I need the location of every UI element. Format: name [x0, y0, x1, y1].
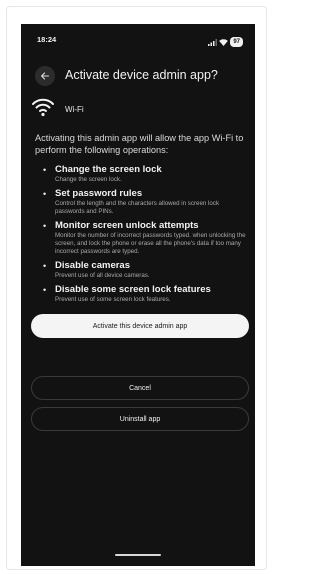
page-title: Activate device admin app?: [65, 68, 218, 82]
permission-description: Change the screen lock.: [55, 176, 122, 183]
permission-item: • Set password rules Control the length …: [35, 188, 249, 216]
permission-title: Set password rules: [55, 188, 143, 199]
status-bar: 18:24 97: [21, 24, 255, 54]
status-icons: 97: [208, 33, 243, 51]
wifi-icon: [31, 97, 55, 122]
permission-list: • Change the screen lock Change the scre…: [35, 164, 249, 304]
permission-item: • Monitor screen unlock attempts Monitor…: [35, 220, 249, 256]
bullet: •: [43, 165, 47, 175]
permission-item: • Disable cameras Prevent use of all dev…: [35, 260, 249, 280]
back-button[interactable]: [35, 66, 55, 86]
status-time: 18:24: [37, 35, 57, 44]
uninstall-app-button[interactable]: Uninstall app: [31, 407, 249, 431]
bullet: •: [43, 261, 47, 271]
signal-icon: [208, 33, 218, 51]
app-identity: Wi-Fi: [31, 96, 84, 122]
permission-item: • Change the screen lock Change the scre…: [35, 164, 249, 184]
phone-screen: 18:24 97 Activate device admin app? Wi-F…: [21, 24, 255, 566]
permission-description: Monitor the number of incorrect password…: [55, 232, 246, 255]
app-name: Wi-Fi: [65, 104, 84, 114]
bullet: •: [43, 189, 47, 199]
bullet: •: [43, 285, 47, 295]
permission-description: Prevent use of some screen lock features…: [55, 296, 171, 303]
admin-description: Activating this admin app will allow the…: [35, 133, 244, 155]
battery-badge: 97: [230, 37, 243, 47]
activate-admin-button[interactable]: Activate this device admin app: [31, 314, 249, 338]
permission-title: Disable cameras: [55, 260, 130, 271]
permission-description: Control the length and the characters al…: [55, 200, 220, 215]
permission-title: Monitor screen unlock attempts: [55, 220, 199, 231]
cancel-button[interactable]: Cancel: [31, 376, 249, 400]
permission-item: • Disable some screen lock features Prev…: [35, 284, 249, 304]
wifi-status-icon: [219, 33, 229, 51]
home-indicator[interactable]: [115, 554, 161, 556]
bullet: •: [43, 221, 47, 231]
permission-title: Change the screen lock: [55, 164, 162, 175]
arrow-left-icon: [41, 72, 50, 80]
permission-title: Disable some screen lock features: [55, 284, 211, 295]
permission-description: Prevent use of all device cameras.: [55, 272, 150, 279]
